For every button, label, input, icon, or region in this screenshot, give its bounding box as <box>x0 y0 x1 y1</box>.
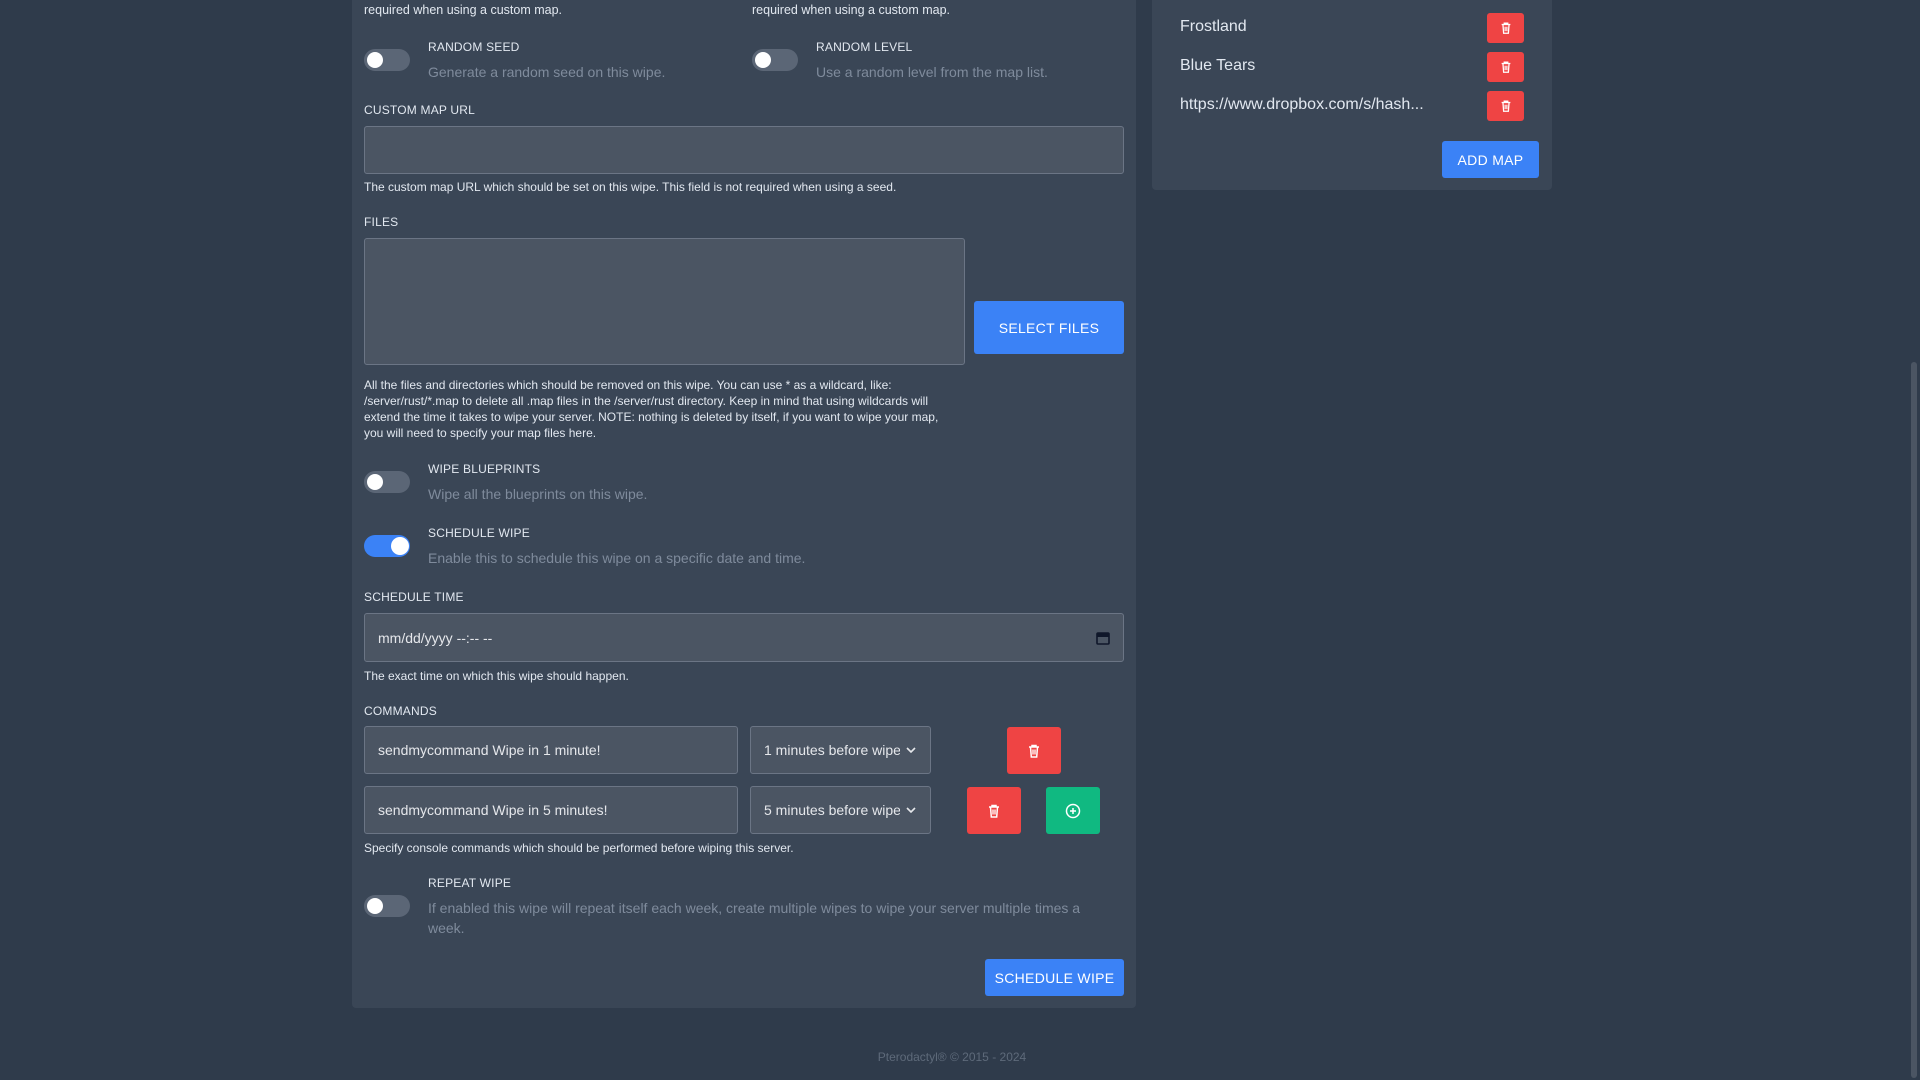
command-timing-value: 5 minutes before wipe <box>764 802 900 818</box>
random-level-partial-help: required when using a custom map. <box>752 3 951 17</box>
command-timing-select[interactable]: 5 minutes before wipe <box>750 786 931 834</box>
chevron-down-icon <box>905 804 917 816</box>
command-input[interactable]: sendmycommand Wipe in 1 minute! <box>364 726 738 774</box>
delete-map-button[interactable] <box>1487 52 1524 82</box>
delete-map-button[interactable] <box>1487 91 1524 121</box>
repeat-wipe-desc-line1: If enabled this wipe will repeat itself … <box>428 900 1081 916</box>
trash-icon <box>1499 21 1513 35</box>
wipe-blueprints-desc: Wipe all the blueprints on this wipe. <box>428 486 648 502</box>
random-seed-label: RANDOM SEED <box>428 40 520 54</box>
command-timing-select[interactable]: 1 minutes before wipe <box>750 726 931 774</box>
map-name: Frostland <box>1180 18 1247 35</box>
random-level-label: RANDOM LEVEL <box>816 40 913 54</box>
wipe-blueprints-label: WIPE BLUEPRINTS <box>428 462 541 476</box>
schedule-time-input[interactable]: mm/dd/yyyy --:-- -- <box>364 613 1124 662</box>
custom-map-url-label: CUSTOM MAP URL <box>364 103 476 117</box>
schedule-time-label: SCHEDULE TIME <box>364 590 464 604</box>
custom-map-url-input[interactable] <box>364 126 1124 174</box>
schedule-time-help: The exact time on which this wipe should… <box>364 669 629 683</box>
plus-circle-icon <box>1065 803 1081 819</box>
files-textarea[interactable] <box>364 238 965 365</box>
commands-label: COMMANDS <box>364 704 437 718</box>
calendar-icon[interactable] <box>1096 631 1110 645</box>
files-help-line: you will need to specify your map files … <box>364 426 597 440</box>
map-name: Blue Tears <box>1180 57 1256 74</box>
random-seed-desc: Generate a random seed on this wipe. <box>428 64 666 80</box>
schedule-wipe-label: SCHEDULE WIPE <box>428 526 530 540</box>
repeat-wipe-toggle[interactable] <box>364 895 410 917</box>
schedule-wipe-submit-button[interactable]: SCHEDULE WIPE <box>985 959 1124 996</box>
random-level-toggle[interactable] <box>752 49 798 71</box>
repeat-wipe-label: REPEAT WIPE <box>428 876 512 890</box>
files-help-line: /server/rust/*.map to delete all .map fi… <box>364 394 929 408</box>
schedule-time-placeholder: mm/dd/yyyy --:-- -- <box>378 629 493 646</box>
files-help: All the files and directories which shou… <box>364 377 984 441</box>
map-name: https://www.dropbox.com/s/hash... <box>1180 96 1424 113</box>
chevron-down-icon <box>905 744 917 756</box>
delete-command-button[interactable] <box>967 787 1021 834</box>
commands-help: Specify console commands which should be… <box>364 841 794 855</box>
schedule-wipe-desc: Enable this to schedule this wipe on a s… <box>428 550 806 566</box>
footer-copyright: Pterodactyl® © 2015 - 2024 <box>877 1050 1027 1064</box>
random-seed-partial-help: required when using a custom map. <box>364 3 563 17</box>
add-command-button[interactable] <box>1046 787 1100 834</box>
files-help-line: All the files and directories which shou… <box>364 378 892 392</box>
trash-icon <box>1026 743 1042 759</box>
files-label: FILES <box>364 215 399 229</box>
repeat-wipe-desc-line2: week. <box>428 920 465 936</box>
select-files-button[interactable]: SELECT FILES <box>974 301 1124 354</box>
schedule-wipe-toggle[interactable] <box>364 535 410 557</box>
trash-icon <box>1499 60 1513 74</box>
random-level-desc: Use a random level from the map list. <box>816 64 1048 80</box>
wipe-blueprints-toggle[interactable] <box>364 471 410 493</box>
custom-map-url-help: The custom map URL which should be set o… <box>364 180 897 194</box>
command-input[interactable]: sendmycommand Wipe in 5 minutes! <box>364 786 738 834</box>
command-timing-value: 1 minutes before wipe <box>764 742 900 758</box>
scrollbar-thumb[interactable] <box>1911 362 1917 1078</box>
random-seed-toggle[interactable] <box>364 49 410 71</box>
add-map-button[interactable]: ADD MAP <box>1442 141 1539 178</box>
trash-icon <box>986 803 1002 819</box>
files-help-line: extend the time it takes to wipe your se… <box>364 410 939 424</box>
delete-map-button[interactable] <box>1487 13 1524 43</box>
delete-command-button[interactable] <box>1007 727 1061 774</box>
trash-icon <box>1499 99 1513 113</box>
